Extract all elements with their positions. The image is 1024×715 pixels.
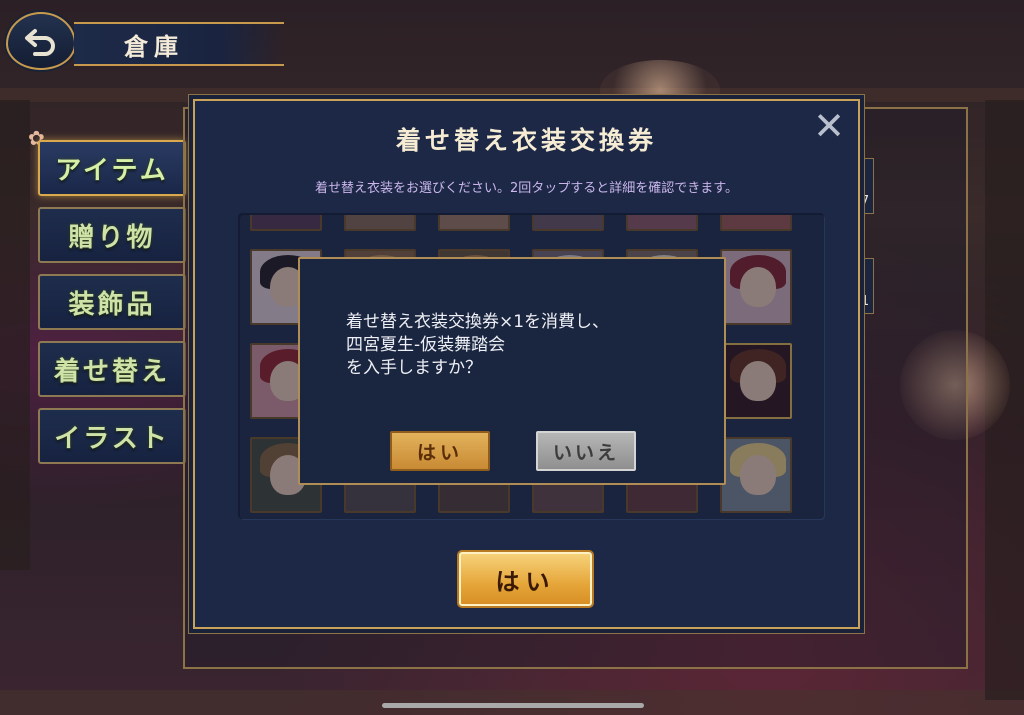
nav-item-items[interactable]: アイテム: [38, 140, 186, 196]
confirm-line: 四宮夏生-仮装舞踏会: [346, 335, 506, 355]
nav-item-accessories[interactable]: 装飾品: [38, 274, 186, 330]
back-arrow-icon: [25, 29, 55, 56]
confirm-selection-button[interactable]: はい: [459, 552, 592, 606]
nav-item-gifts[interactable]: 贈り物: [38, 207, 186, 263]
modal-title: 着せ替え衣装交換券: [395, 126, 657, 155]
confirm-line: 着せ替え衣装交換券×1を消費し、: [346, 312, 610, 332]
modal-instructions: 着せ替え衣装をお選びください。2回タップすると詳細を確認できます。: [315, 181, 738, 196]
confirm-line: を入手しますか？: [346, 358, 482, 378]
yes-button[interactable]: はい: [390, 431, 490, 471]
close-button[interactable]: ✕: [812, 107, 846, 145]
nav-item-illustrations[interactable]: イラスト: [38, 408, 186, 464]
page-title-bar: 倉庫: [74, 22, 284, 66]
no-button[interactable]: いいえ: [536, 431, 636, 471]
home-indicator[interactable]: [382, 703, 644, 708]
nav-item-costumes[interactable]: 着せ替え: [38, 341, 186, 397]
exchange-confirm-dialog: 着せ替え衣装交換券×1を消費し、 四宮夏生-仮装舞踏会 を入手しますか？ はい …: [298, 257, 726, 485]
category-nav: アイテム 贈り物 装飾品 着せ替え イラスト: [38, 140, 188, 475]
back-button[interactable]: [6, 12, 76, 70]
page-title: 倉庫: [124, 31, 184, 61]
confirm-message: 着せ替え衣装交換券×1を消費し、 四宮夏生-仮装舞踏会 を入手しますか？: [346, 311, 706, 380]
